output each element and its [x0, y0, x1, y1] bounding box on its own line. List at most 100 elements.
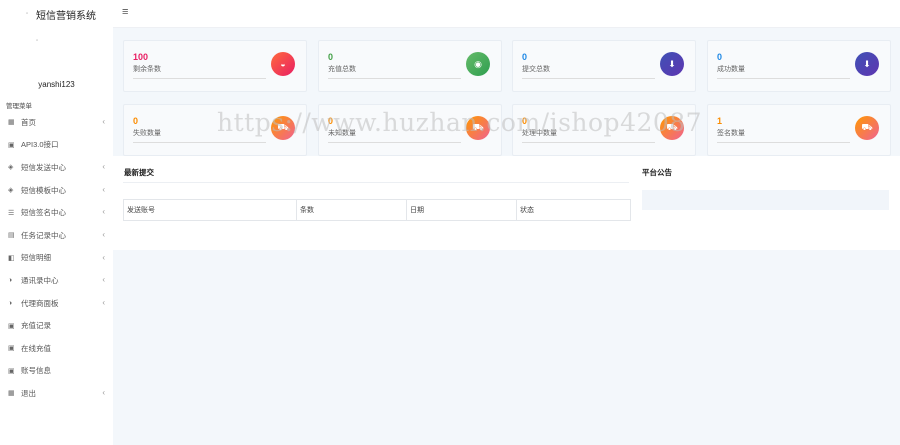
- stat-divider: [717, 78, 850, 79]
- table-header-count: 条数: [297, 200, 407, 220]
- sidebar-item-label: API3.0接口: [21, 140, 59, 150]
- sidebar-item-label: 短信模板中心: [21, 185, 66, 195]
- topbar: ≡: [113, 0, 900, 28]
- divider: [123, 182, 629, 183]
- sidebar-item-label: 退出: [21, 388, 36, 398]
- chevron-left-icon: ‹: [102, 207, 105, 217]
- sidebar-item-7[interactable]: ◑ 通讯录中心 ‹: [0, 269, 113, 292]
- stat-divider: [328, 142, 461, 143]
- sidebar-item-label: 任务记录中心: [21, 230, 66, 240]
- cart-icon: ⛟: [855, 116, 879, 140]
- sidebar-item-6[interactable]: ◧ 短信明细 ‹: [0, 247, 113, 270]
- stat-label: 剩余条数: [133, 66, 161, 73]
- logo-icon: ▫: [26, 11, 29, 17]
- stat-card: 0 处理中数量 ⛟: [512, 104, 696, 156]
- calendar-icon: ▣: [8, 141, 15, 149]
- latest-title: 最新提交: [124, 168, 154, 177]
- stat-value: 0: [133, 116, 139, 126]
- half-circle-icon: ◑: [8, 276, 13, 284]
- hamburger-menu-icon[interactable]: ≡: [122, 6, 128, 18]
- table-icon: ▦: [8, 390, 15, 398]
- stat-value: 0: [328, 116, 334, 126]
- stat-card: 100 剩余条数 ◒: [123, 40, 307, 92]
- stat-divider: [717, 142, 850, 143]
- nav-header: 管理菜单: [6, 103, 32, 110]
- stat-value: 0: [522, 52, 528, 62]
- brand[interactable]: ▫ 短信营销系统: [0, 0, 113, 28]
- sidebar-item-4[interactable]: ☰ 短信签名中心 ‹: [0, 201, 113, 224]
- layers-icon: ◈: [8, 164, 14, 172]
- sidebar: ▫ 短信营销系统 ▫ yanshi123 管理菜单 ▦ 首页 ‹ ▣ API3.0接口 ◈…: [0, 0, 114, 445]
- chevron-left-icon: ‹: [102, 184, 105, 194]
- chevron-left-icon: ‹: [102, 252, 105, 262]
- stat-label: 失败数量: [133, 130, 161, 137]
- sidebar-item-label: 短信签名中心: [21, 208, 66, 218]
- sidebar-item-label: 充值记录: [21, 321, 51, 331]
- stat-value: 100: [133, 52, 149, 62]
- list-icon: ☰: [8, 209, 15, 217]
- app-title: 短信营销系统: [36, 10, 96, 22]
- calendar-icon: ▣: [8, 367, 15, 375]
- sidebar-item-label: 代理商面板: [21, 298, 59, 308]
- calendar-icon: ▣: [8, 345, 15, 353]
- sidebar-item-label: 短信明细: [21, 253, 51, 263]
- sidebar-nav: ▦ 首页 ‹ ▣ API3.0接口 ◈ 短信发送中心 ‹ ◈ 短信模板中心 ‹ ☰ 短信签名中心 ‹ ▤ 任务…: [0, 111, 113, 405]
- stat-card: 0 未知数量 ⛟: [318, 104, 502, 156]
- user-circle-icon: ◉: [466, 52, 490, 76]
- sidebar-item-8[interactable]: ◑ 代理商面板 ‹: [0, 292, 113, 315]
- sidebar-item-5[interactable]: ▤ 任务记录中心 ‹: [0, 224, 113, 247]
- half-circle-icon: ◑: [8, 299, 13, 307]
- cart-icon: ⛟: [466, 116, 490, 140]
- stat-label: 成功数量: [717, 66, 745, 73]
- sidebar-item-10[interactable]: ▣ 在线充值: [0, 337, 113, 360]
- sidebar-item-11[interactable]: ▣ 账号信息: [0, 360, 113, 383]
- stat-card: 0 成功数量 ⬇: [707, 40, 891, 92]
- stat-label: 处理中数量: [522, 130, 557, 137]
- sidebar-item-label: 账号信息: [21, 366, 51, 376]
- stat-divider: [328, 78, 461, 79]
- stat-card: 1 签名数量 ⛟: [707, 104, 891, 156]
- stat-divider: [133, 78, 266, 79]
- main-content: 100 剩余条数 ◒ 0 充值总数 ◉ 0 提交总数 ⬇ 0 成功数量 ⬇ 0 失败数量 ⛟ 0 未知数量 ⛟ 0 处…: [113, 28, 900, 445]
- stat-divider: [522, 142, 655, 143]
- download-icon: ⬇: [855, 52, 879, 76]
- basket-icon: ◒: [271, 52, 295, 76]
- sidebar-item-1[interactable]: ▣ API3.0接口: [0, 134, 113, 157]
- stat-label: 充值总数: [328, 66, 356, 73]
- chevron-left-icon: ‹: [102, 275, 105, 285]
- sidebar-item-0[interactable]: ▦ 首页 ‹: [0, 111, 113, 134]
- calendar-icon: ▣: [8, 322, 15, 330]
- chevron-left-icon: ‹: [102, 229, 105, 239]
- stat-divider: [133, 142, 266, 143]
- stat-label: 未知数量: [328, 130, 356, 137]
- cart-icon: ⛟: [271, 116, 295, 140]
- book-icon: ◧: [8, 254, 15, 262]
- cart-icon: ⛟: [660, 116, 684, 140]
- layers-icon: ◈: [8, 187, 14, 195]
- latest-table: 发送账号 条数 日期 状态: [123, 199, 631, 221]
- sidebar-item-label: 通讯录中心: [21, 275, 59, 285]
- sidebar-item-3[interactable]: ◈ 短信模板中心 ‹: [0, 179, 113, 202]
- sidebar-item-label: 短信发送中心: [21, 162, 66, 172]
- table-header-date: 日期: [407, 200, 517, 220]
- avatar[interactable]: ▫: [36, 38, 38, 44]
- notice-content: [642, 190, 889, 210]
- stat-card: 0 充值总数 ◉: [318, 40, 502, 92]
- stat-card: 0 提交总数 ⬇: [512, 40, 696, 92]
- sidebar-item-2[interactable]: ◈ 短信发送中心 ‹: [0, 156, 113, 179]
- chevron-left-icon: ‹: [102, 117, 105, 126]
- download-icon: ⬇: [660, 52, 684, 76]
- stat-value: 1: [717, 116, 723, 126]
- chevron-left-icon: ‹: [102, 162, 105, 172]
- stat-divider: [522, 78, 655, 79]
- table-header-account: 发送账号: [124, 200, 297, 220]
- stat-label: 提交总数: [522, 66, 550, 73]
- stat-value: 0: [522, 116, 528, 126]
- stat-card: 0 失败数量 ⛟: [123, 104, 307, 156]
- sidebar-item-9[interactable]: ▣ 充值记录: [0, 314, 113, 337]
- grid-icon: ▦: [8, 119, 15, 127]
- sidebar-item-label: 在线充值: [21, 343, 51, 353]
- stat-label: 签名数量: [717, 130, 745, 137]
- sidebar-item-12[interactable]: ▦ 退出 ‹: [0, 382, 113, 405]
- stat-value: 0: [717, 52, 723, 62]
